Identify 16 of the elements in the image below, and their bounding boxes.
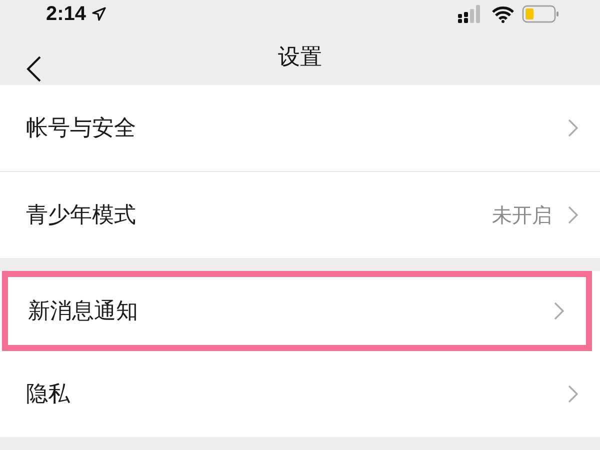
back-icon[interactable] — [26, 56, 42, 82]
wifi-icon — [492, 6, 514, 23]
row-label: 新消息通知 — [28, 298, 139, 326]
battery-icon — [522, 5, 560, 24]
status-time: 2:14 — [46, 2, 86, 26]
page-title: 设置 — [278, 44, 322, 72]
chevron-right-icon — [554, 302, 564, 320]
row-label: 青少年模式 — [26, 202, 137, 230]
row-label: 帐号与安全 — [26, 115, 137, 143]
row-label: 隐私 — [26, 381, 71, 409]
row-value: 未开启 — [492, 202, 552, 228]
chevron-right-icon — [568, 206, 578, 224]
chevron-right-icon — [568, 385, 578, 403]
chevron-right-icon — [568, 119, 578, 137]
highlighted-settings-row[interactable]: 新消息通知 — [2, 271, 592, 351]
location-arrow-icon — [92, 7, 106, 22]
